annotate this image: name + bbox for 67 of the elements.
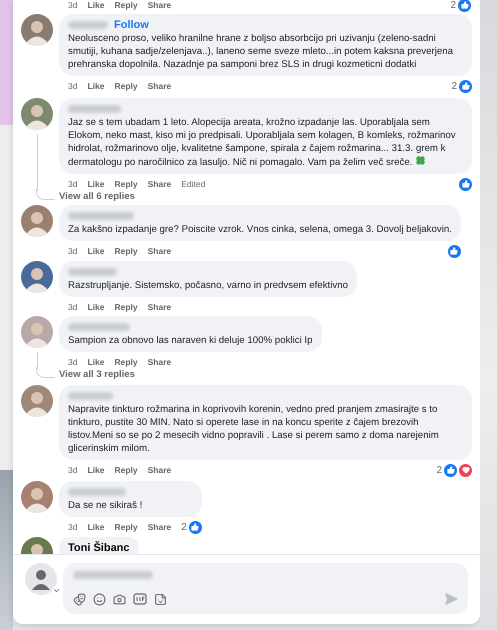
comment-action-link[interactable]: Like: [87, 81, 104, 91]
comment-action-link[interactable]: Like: [87, 179, 104, 189]
comment-text: Neolusceno proso, veliko hranilne hrane z boljso absorbcijo pri uzivanju (zeleno-sadni smutiji, kuhana sadje/zelenjava..), laneno seme sveze mleto...in potem kaksna preverjena prehranska dopolnila. Nazadnje pa samponi brez SLS in drugi kozmeticni dodatki: [68, 32, 454, 71]
comment-action-link[interactable]: Share: [148, 357, 172, 367]
author-name[interactable]: Toni Šibanc: [68, 542, 130, 554]
comment-text: Napravite tinkturo rožmarina in koprivovih korenin, vedno pred pranjem zmasirajte s to tinkturo, pustite 30 MIN. Nato si operete lase in na koncu sperite z čajem brezovih listov.Meni so se po 2 mesecih vidno popravili . Lase si perem samo z doma narejenim glicerinskim milom.: [68, 403, 440, 455]
thread-line: [36, 352, 38, 369]
comment-action-link[interactable]: Share: [148, 522, 172, 532]
edited-label: Edited: [181, 179, 206, 189]
comment-action-link[interactable]: Like: [87, 465, 104, 475]
comment-time: 3d: [68, 465, 78, 475]
comment-action-link[interactable]: Reply: [114, 357, 138, 367]
comment-time: 3d: [68, 357, 78, 367]
follow-link[interactable]: Follow: [114, 18, 149, 30]
comment-action-link[interactable]: Reply: [114, 522, 138, 532]
comment-input-field[interactable]: [63, 563, 468, 614]
comment-action-link[interactable]: Reply: [114, 465, 138, 475]
comment-text: Da se ne sikiraš !: [68, 499, 144, 512]
comment-text: Jaz se s tem ubadam 1 leto. Alopecija areata, krožno izpadanje las. Uporabljala sem Elokom, neko mast, kiso mi jo predpisali. Uporabljala sem kolagen, B komleks, rožmarinov hidrolat, rožmarinovo olje, kvalitetne šampone, spirala z čajem rožmarina... 31.3. grem k dermatologu po naročilnico za lasuljo. Nič ni pomagalo. Vam pa želim več sreče.: [68, 116, 457, 169]
comment-time: 3d: [68, 81, 78, 91]
comment-action-link[interactable]: Reply: [114, 179, 138, 189]
comment-time: 3d: [68, 302, 78, 312]
comment-action-link[interactable]: Share: [148, 0, 172, 10]
view-replies-link[interactable]: View all 3 replies: [59, 369, 135, 380]
avatar[interactable]: [21, 481, 53, 513]
comment-action-link[interactable]: Like: [87, 246, 104, 256]
avatar[interactable]: [21, 261, 53, 293]
comment-action-link[interactable]: Reply: [114, 0, 138, 10]
comment-time: 3d: [68, 522, 78, 532]
thread-connector: [36, 367, 55, 378]
comment-action-link[interactable]: Share: [148, 81, 172, 91]
reaction-count[interactable]: 2: [181, 522, 187, 532]
comment-action-link[interactable]: Share: [148, 302, 172, 312]
thread-connector: [36, 189, 55, 200]
avatar[interactable]: [21, 205, 53, 237]
comment-action-link[interactable]: Like: [87, 357, 104, 367]
user-avatar-icon[interactable]: [25, 563, 57, 595]
comment-text: Sampion za obnovo las naraven ki deluje 100% poklici Ip: [68, 334, 312, 347]
comment-action-link[interactable]: Like: [87, 0, 104, 10]
comment-time: 3d: [68, 246, 78, 256]
comment-text: Razstrupljanje. Sistemsko, počasno, varno in predvsem efektivno: [68, 279, 348, 292]
comment-action-link[interactable]: Reply: [114, 81, 138, 91]
comment-time: 3d: [68, 0, 78, 10]
avatar[interactable]: [21, 14, 53, 46]
gif-icon[interactable]: [133, 593, 147, 605]
camera-icon[interactable]: [113, 592, 126, 606]
comment-time: 3d: [68, 179, 78, 189]
avatar[interactable]: [21, 385, 53, 417]
comment-action-link[interactable]: Like: [87, 522, 104, 532]
masks-icon[interactable]: [73, 592, 86, 606]
comment-action-link[interactable]: Like: [87, 302, 104, 312]
reaction-count[interactable]: 2: [450, 0, 456, 10]
reaction-count[interactable]: 2: [451, 80, 457, 92]
reaction-count[interactable]: 2: [436, 464, 442, 476]
comment-text: Za kakšno izpadanje gre? Poiscite vzrok. Vnos cinka, selena, omega 3. Dovolj beljakovin.: [68, 223, 452, 236]
emoji-icon[interactable]: [93, 592, 106, 606]
comment-action-link[interactable]: Share: [148, 465, 172, 475]
thread-line: [36, 134, 38, 191]
sticker-icon[interactable]: [154, 592, 167, 606]
comment-action-link[interactable]: Share: [148, 246, 172, 256]
avatar[interactable]: [21, 98, 53, 130]
view-replies-link[interactable]: View all 6 replies: [59, 191, 135, 202]
comment-action-link[interactable]: Reply: [114, 302, 138, 312]
avatar[interactable]: [21, 316, 53, 348]
chevron-down-icon[interactable]: [52, 586, 61, 595]
comment-action-link[interactable]: Share: [148, 179, 172, 189]
comment-action-link[interactable]: Reply: [114, 246, 138, 256]
